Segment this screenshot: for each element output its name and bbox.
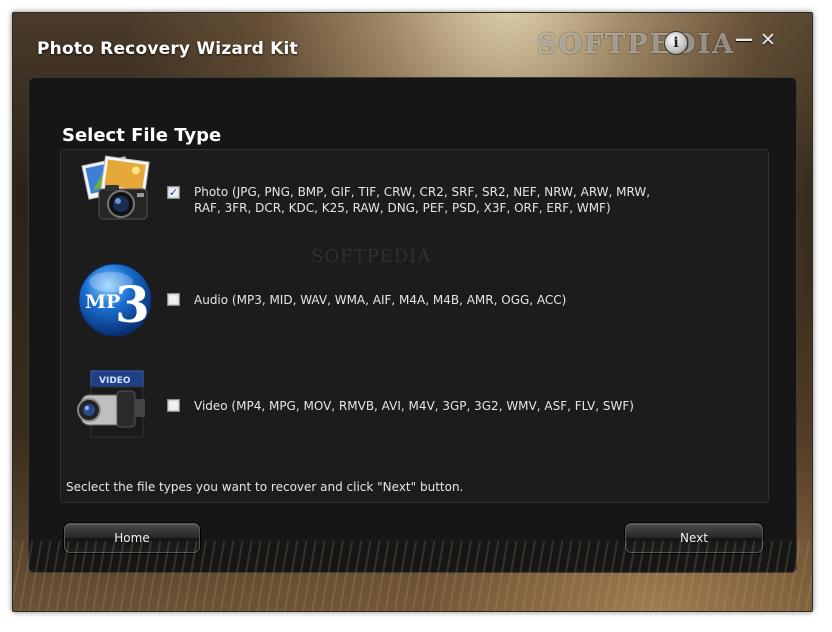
mp3-audio-icon: MP 3: [78, 263, 152, 337]
home-button[interactable]: Home: [64, 523, 200, 553]
photo-checkbox[interactable]: ✓: [167, 186, 180, 199]
window-title: Photo Recovery Wizard Kit: [37, 39, 298, 59]
file-type-row-video: VIDEO Video (MP4, MPG, MOV, RMVB, AVI, M…: [61, 366, 761, 446]
file-type-row-audio: MP 3 Audio (MP3, MID, WAV, WMA, AIF, M4A…: [61, 260, 761, 340]
next-button[interactable]: Next: [625, 523, 763, 553]
mp3-icon-digit: 3: [115, 275, 150, 334]
photo-label: Photo (JPG, PNG, BMP, GIF, TIF, CRW, CR2…: [194, 185, 651, 215]
video-icon-text: VIDEO: [99, 376, 131, 386]
instruction-text: Seclect the file types you want to recov…: [66, 480, 464, 494]
minimize-button[interactable]: —: [735, 31, 753, 49]
softpedia-brand: SOFTPEDIA: [537, 29, 736, 60]
audio-checkbox[interactable]: [167, 293, 180, 306]
file-type-row-photo: ✓ Photo (JPG, PNG, BMP, GIF, TIF, CRW, C…: [61, 154, 761, 234]
photo-camera-icon: [81, 155, 150, 220]
main-panel: Select File Type SOFTPEDIA ✓ Photo (JPG,…: [28, 77, 797, 573]
file-type-list: SOFTPEDIA ✓ Photo (JPG, PNG, BMP, GIF, T…: [60, 149, 769, 503]
video-label: Video (MP4, MPG, MOV, RMVB, AVI, M4V, 3G…: [194, 399, 634, 413]
close-button[interactable]: ✕: [759, 31, 777, 50]
audio-label: Audio (MP3, MID, WAV, WMA, AIF, M4A, M4B…: [194, 293, 567, 307]
video-checkbox[interactable]: [167, 399, 180, 412]
section-title: Select File Type: [62, 125, 222, 146]
app-window: Photo Recovery Wizard Kit SOFTPEDIA i — …: [12, 12, 813, 612]
info-icon[interactable]: i: [664, 31, 688, 55]
video-camera-icon: VIDEO: [77, 370, 145, 438]
